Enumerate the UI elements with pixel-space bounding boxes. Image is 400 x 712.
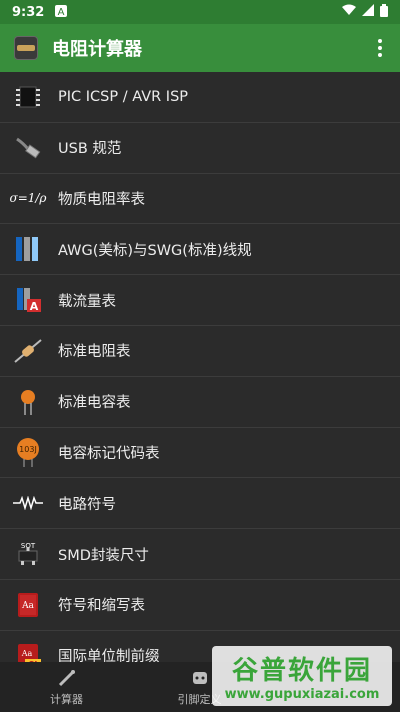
watermark-title: 谷普软件园 <box>231 656 372 686</box>
status-bar: 9:32 A <box>0 0 400 24</box>
list-item-resistor-table[interactable]: 标准电阻表 <box>0 326 400 377</box>
probe-icon <box>58 669 75 686</box>
list-item-ampacity[interactable]: A 载流量表 <box>0 275 400 326</box>
list-item-label: 电路符号 <box>58 496 116 513</box>
app-logo-icon <box>14 36 38 60</box>
list-item-capacitor-code[interactable]: 103J 电容标记代码表 <box>0 428 400 479</box>
svg-text:Aa: Aa <box>21 601 34 611</box>
list-item-label: USB 规范 <box>58 141 122 158</box>
usb-cable-icon <box>0 123 56 173</box>
ampacity-icon: A <box>0 275 56 325</box>
connector-icon <box>192 671 207 684</box>
list-item-smd[interactable]: SOT SMD封装尺寸 <box>0 529 400 580</box>
ceramic-capacitor-icon <box>0 377 56 427</box>
list-item-label: 电容标记代码表 <box>58 445 160 462</box>
overflow-menu-button[interactable] <box>360 24 400 72</box>
svg-text:A: A <box>30 300 39 313</box>
status-time: 9:32 <box>12 4 45 20</box>
list-item-symbols[interactable]: Aa 符号和缩写表 <box>0 580 400 631</box>
list-item-resistivity[interactable]: σ=1/ρ 物质电阻率表 <box>0 174 400 225</box>
list-item-capacitor-table[interactable]: 标准电容表 <box>0 377 400 428</box>
svg-text:A: A <box>58 7 65 18</box>
list-item-label: AWG(美标)与SWG(标准)线规 <box>58 242 252 259</box>
list-item-wire-gauge[interactable]: AWG(美标)与SWG(标准)线规 <box>0 224 400 276</box>
list-item-label: PIC ICSP / AVR ISP <box>58 88 189 105</box>
list-item-usb[interactable]: USB 规范 <box>0 123 400 174</box>
circuit-symbol-icon <box>0 478 56 528</box>
app-bar: 电阻计算器 <box>0 24 400 72</box>
more-vert-icon <box>378 39 382 43</box>
list-item-label: 标准电阻表 <box>58 344 131 361</box>
wifi-icon <box>342 4 356 20</box>
watermark-url: www.gupuxiazai.com <box>224 687 380 702</box>
svg-text:Aa: Aa <box>21 649 33 658</box>
capacitor-code-icon: 103J <box>0 428 56 478</box>
smd-package-icon: SOT <box>0 529 56 579</box>
signal-icon <box>362 4 374 20</box>
svg-text:103J: 103J <box>19 445 37 454</box>
watermark: 谷普软件园 www.gupuxiazai.com <box>212 646 392 706</box>
chip-icon <box>0 72 56 122</box>
list-item-circuit-symbols[interactable]: 电路符号 <box>0 478 400 530</box>
list-item-label: 载流量表 <box>58 293 116 310</box>
list-item-label: 物质电阻率表 <box>58 191 145 208</box>
nav-item-calculator[interactable]: 计算器 <box>0 662 133 712</box>
list-item-pic-icsp[interactable]: PIC ICSP / AVR ISP <box>0 72 400 123</box>
battery-icon <box>380 3 388 21</box>
nav-label: 计算器 <box>50 692 83 706</box>
si-book-icon: AaSI <box>0 631 56 662</box>
reference-list: PIC ICSP / AVR ISP USB 规范 σ=1/ρ 物质电阻率表 A… <box>0 72 400 662</box>
app-title: 电阻计算器 <box>52 39 142 60</box>
list-item-label: SMD封装尺寸 <box>58 547 149 564</box>
wire-gauge-icon <box>0 224 56 274</box>
resistor-icon <box>0 326 56 376</box>
list-item-label: 国际单位制前缀 <box>58 649 160 662</box>
book-icon: Aa <box>0 580 56 630</box>
notification-icon: A <box>54 4 68 21</box>
list-item-label: 符号和缩写表 <box>58 598 145 615</box>
resistivity-formula-icon: σ=1/ρ <box>9 191 47 206</box>
list-item-label: 标准电容表 <box>58 395 131 412</box>
